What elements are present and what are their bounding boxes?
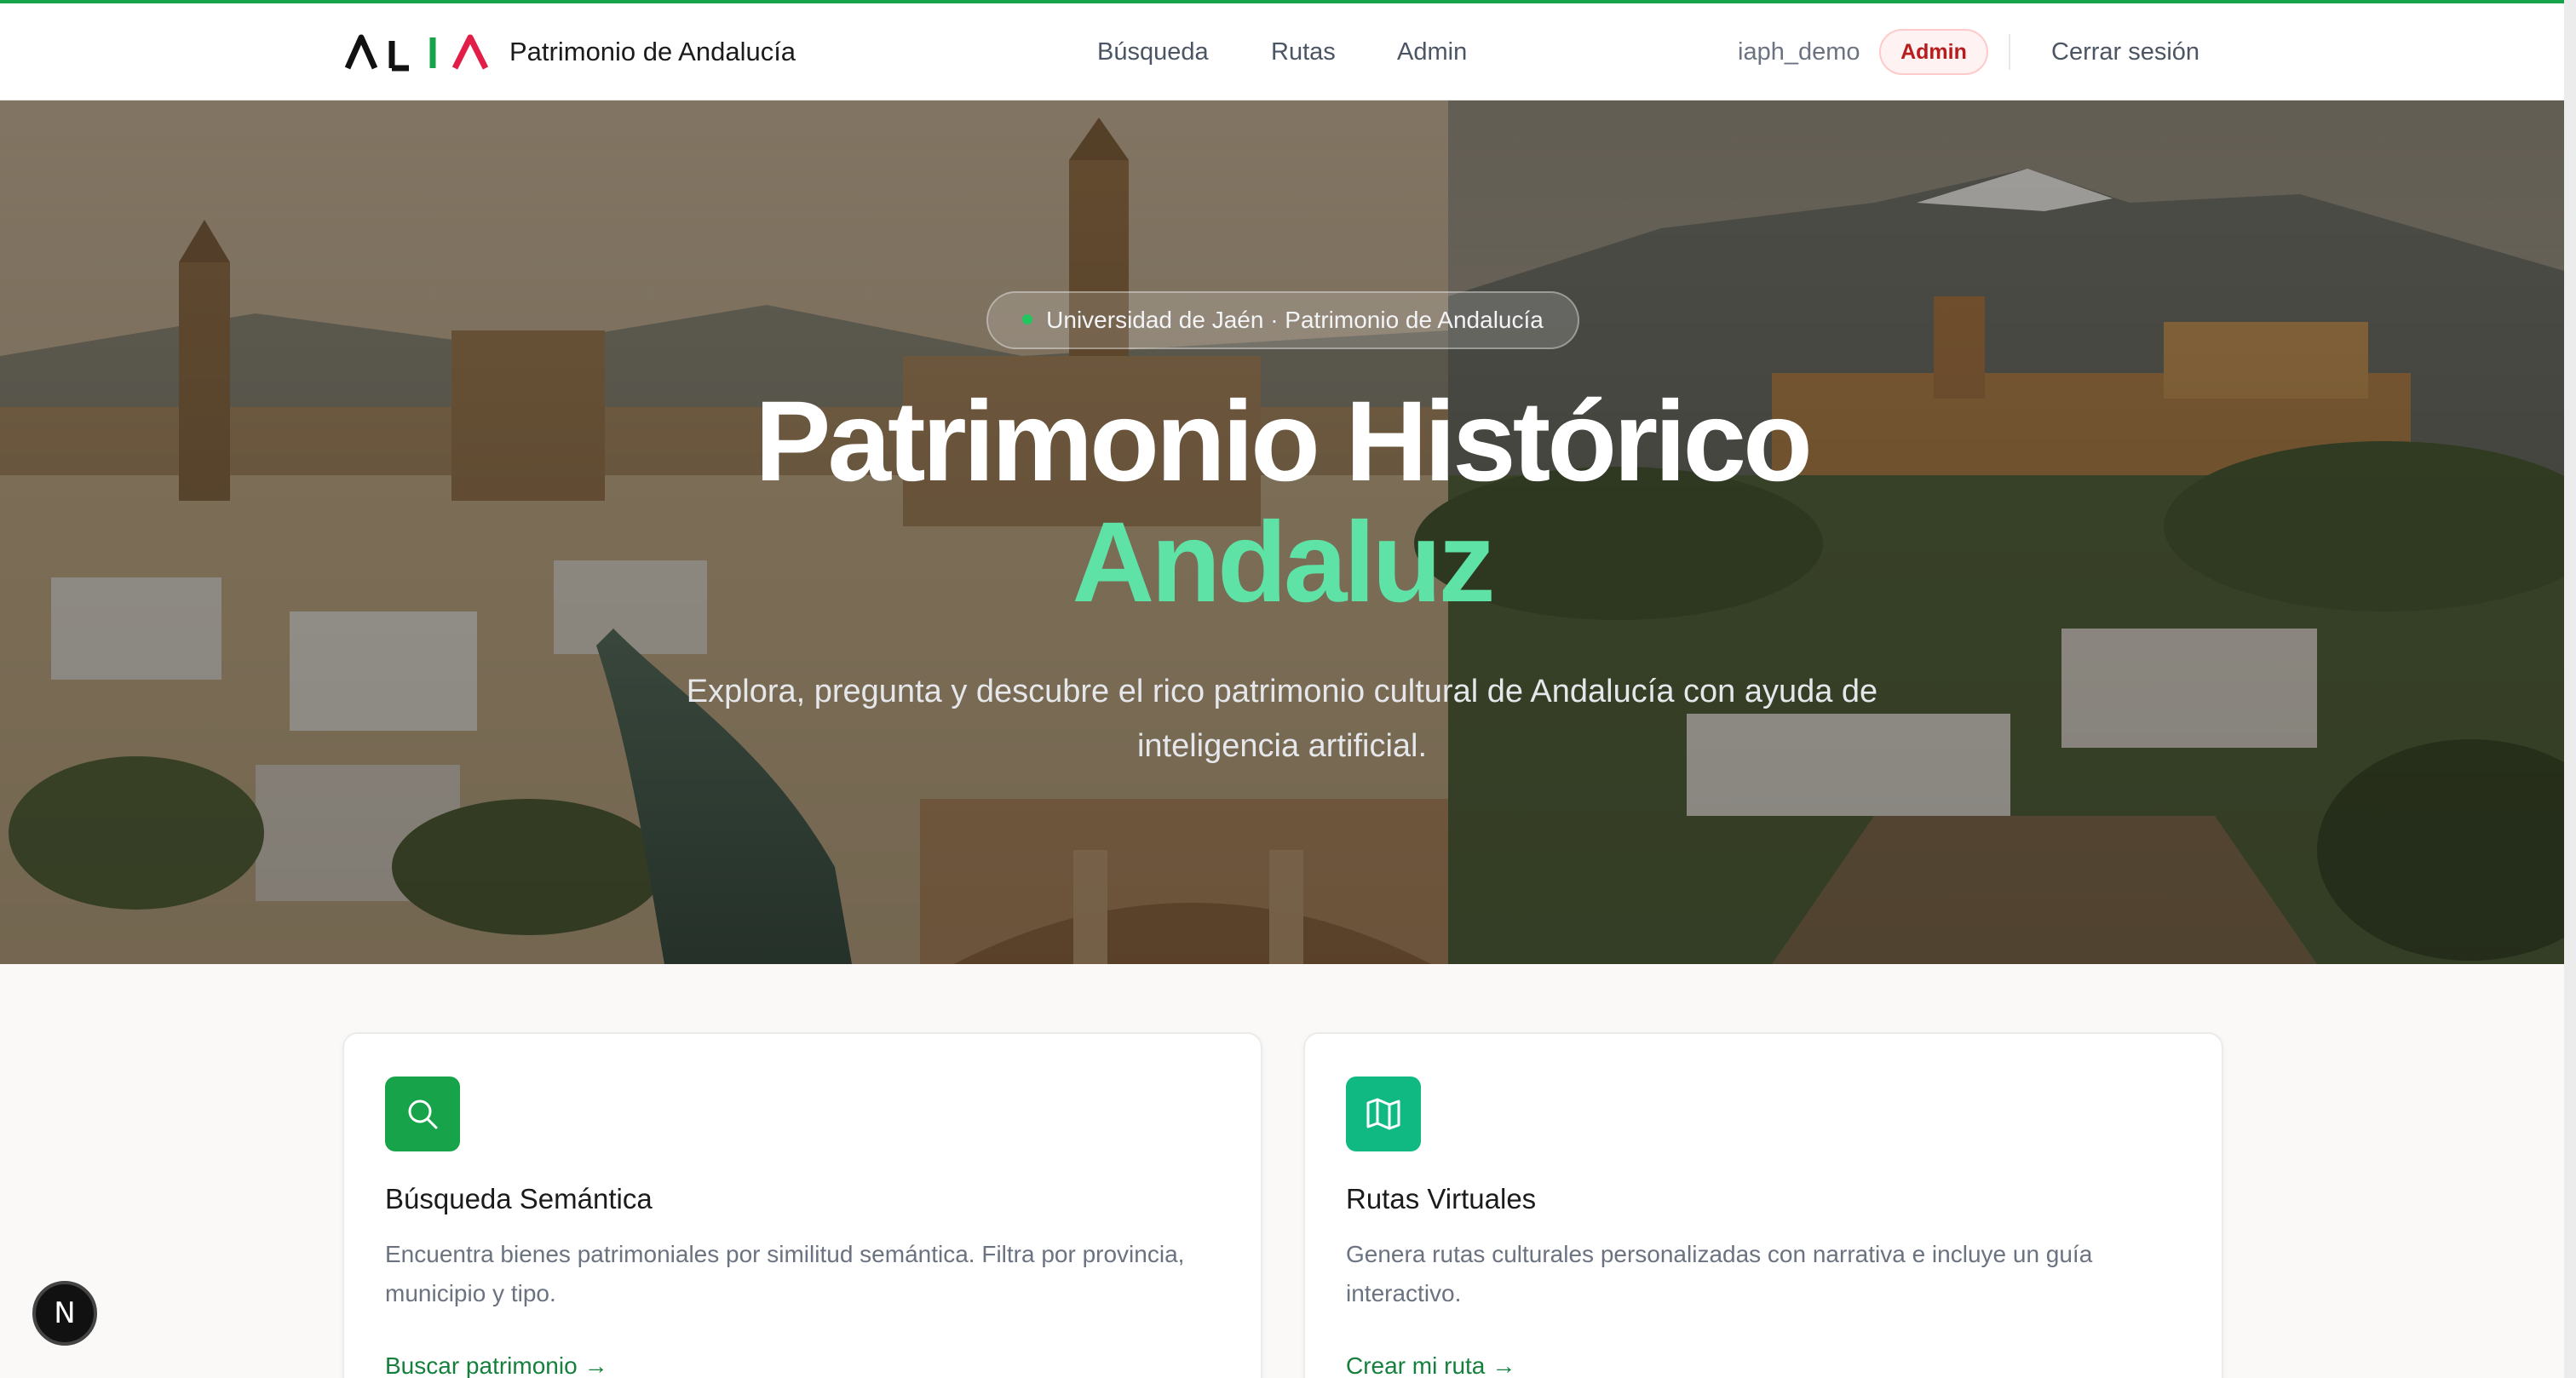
hero-title: Patrimonio Histórico xyxy=(755,378,1813,505)
map-icon xyxy=(1346,1077,1421,1151)
nav-admin[interactable]: Admin xyxy=(1397,34,1467,70)
top-navbar: Patrimonio de Andalucía Búsqueda Rutas A… xyxy=(0,3,2564,100)
hero-subtitle: Explora, pregunta y descubre el rico pat… xyxy=(686,674,1878,764)
arrow-right-icon: → xyxy=(584,1352,608,1378)
status-dot xyxy=(1022,313,1033,324)
feature-card-rutas[interactable]: Rutas Virtuales Genera rutas culturales … xyxy=(1303,1032,2223,1378)
role-badge: Admin xyxy=(1879,29,1988,75)
username-label: iaph_demo xyxy=(1738,38,1860,66)
scrollbar-track[interactable] xyxy=(2564,0,2576,1378)
search-icon xyxy=(385,1077,460,1151)
nav-rutas[interactable]: Rutas xyxy=(1271,34,1336,70)
feature-card-description: Encuentra bienes patrimoniales por simil… xyxy=(385,1241,1185,1306)
header-divider xyxy=(2009,34,2010,70)
top-accent-line xyxy=(0,0,2564,3)
buscar-patrimonio-link[interactable]: Buscar patrimonio → xyxy=(385,1349,608,1378)
hero-section: Universidad de Jaén · Patrimonio de Anda… xyxy=(0,100,2564,964)
feature-card-title: Búsqueda Semántica xyxy=(385,1183,653,1214)
brand-name[interactable]: Patrimonio de Andalucía xyxy=(509,34,796,70)
feature-card-description: Genera rutas culturales personalizadas c… xyxy=(1346,1241,2093,1306)
feature-card-busqueda[interactable]: Búsqueda Semántica Encuentra bienes patr… xyxy=(342,1032,1262,1378)
link-label: Crear mi ruta xyxy=(1346,1352,1486,1378)
alia-logo[interactable] xyxy=(344,31,489,73)
page: Patrimonio de Andalucía Búsqueda Rutas A… xyxy=(0,0,2576,1378)
institution-pill-label: Universidad de Jaén · Patrimonio de Anda… xyxy=(1046,307,1544,333)
nav-busqueda[interactable]: Búsqueda xyxy=(1097,34,1209,70)
arrow-right-icon: → xyxy=(1492,1352,1516,1378)
nextjs-dev-button[interactable]: N xyxy=(32,1281,97,1346)
crear-ruta-link[interactable]: Crear mi ruta → xyxy=(1346,1349,1515,1378)
logout-button[interactable]: Cerrar sesión xyxy=(2051,34,2199,70)
feature-card-title: Rutas Virtuales xyxy=(1346,1183,1537,1214)
hero-title-highlight: Andaluz xyxy=(1072,499,1495,626)
link-label: Buscar patrimonio xyxy=(385,1352,578,1378)
institution-pill: Universidad de Jaén · Patrimonio de Anda… xyxy=(986,291,1579,349)
